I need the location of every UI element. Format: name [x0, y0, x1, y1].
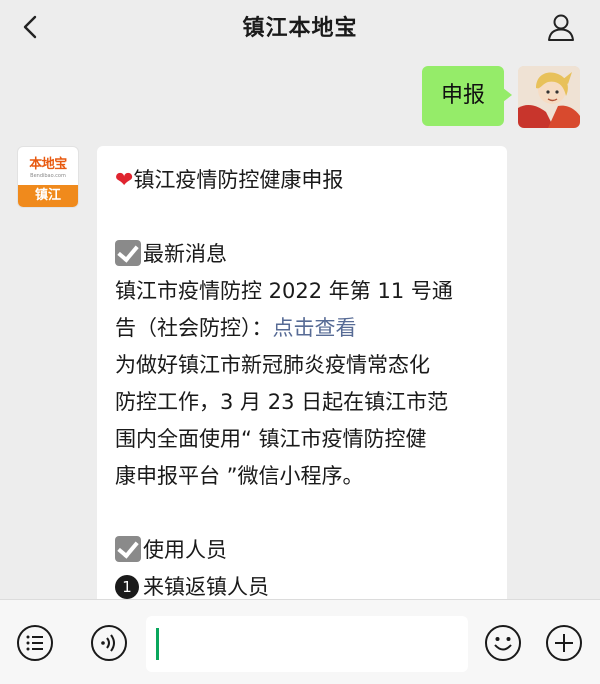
voice-icon[interactable]: [90, 624, 128, 662]
user-avatar-illustration: [518, 66, 580, 128]
chat-title: 镇江本地宝: [242, 16, 358, 41]
body-line-2: 防控工作，3 月 23 日起在镇江市范: [115, 390, 449, 414]
heart-icon: ❤: [115, 168, 134, 193]
section-users: 使用人员: [115, 532, 491, 569]
body-line-1: 为做好镇江市新冠肺炎疫情常态化: [115, 353, 430, 377]
number-one-icon: 1: [115, 575, 139, 599]
check-icon: [115, 240, 141, 266]
section-latest-news: 最新消息: [115, 236, 491, 273]
emoji-icon[interactable]: [484, 624, 522, 662]
body-line-3: 围内全面使用“ 镇江市疫情防控健: [115, 427, 427, 451]
body-line-4: 康申报平台 ”微信小程序。: [115, 464, 364, 488]
notice-line-2: 告（社会防控）：点击查看: [115, 316, 357, 340]
avatar-city-label: 镇江: [18, 185, 78, 207]
nav-bar: 镇江本地宝: [0, 0, 600, 54]
check-icon: [115, 536, 141, 562]
message-input[interactable]: [146, 616, 468, 672]
incoming-bubble: ❤镇江疫情防控健康申报 最新消息 镇江市疫情防控 2022 年第 11 号通 告…: [97, 146, 507, 606]
bendibao-avatar[interactable]: 本地宝 Bendibao.com 镇江: [17, 146, 79, 208]
input-toolbar: [0, 599, 600, 684]
plus-icon[interactable]: [545, 624, 583, 662]
notice-line-1: 镇江市疫情防控 2022 年第 11 号通: [115, 279, 453, 303]
user-avatar[interactable]: [518, 66, 580, 128]
message-heading: ❤镇江疫情防控健康申报: [115, 168, 344, 193]
avatar-logo-url: Bendibao.com: [30, 173, 66, 179]
outgoing-message: 申报: [421, 66, 580, 128]
person-icon[interactable]: [546, 12, 576, 42]
avatar-logo-text: 本地宝: [29, 157, 67, 172]
text-caret: [156, 628, 159, 660]
list-icon[interactable]: [16, 624, 54, 662]
view-notice-link[interactable]: 点击查看: [273, 316, 357, 340]
outgoing-bubble[interactable]: 申报: [421, 66, 513, 126]
